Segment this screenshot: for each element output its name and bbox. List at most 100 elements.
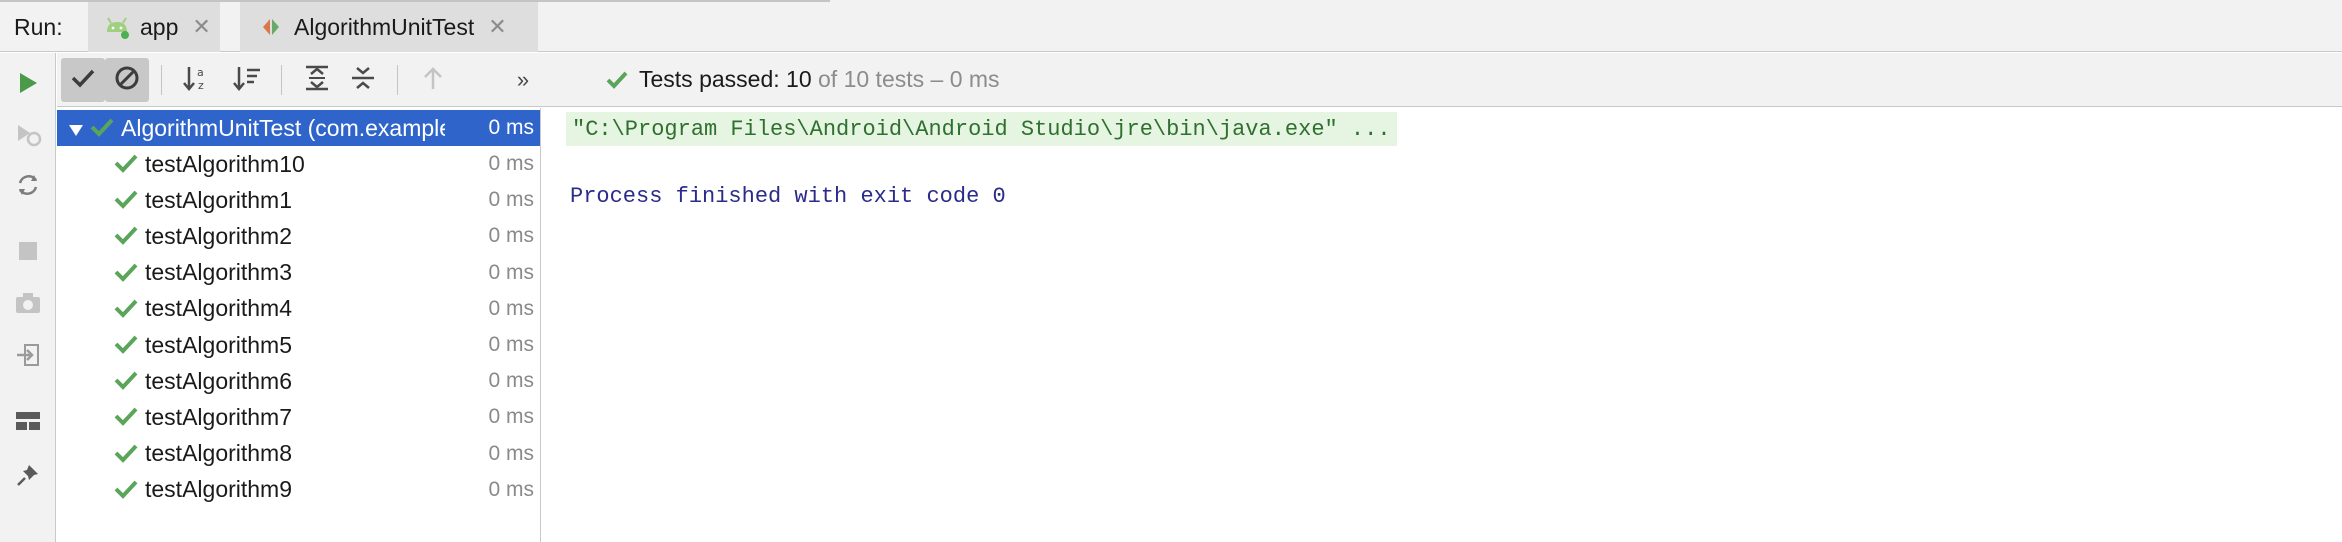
console-exit-message: Process finished with exit code 0 <box>570 184 1006 209</box>
passed-check-icon <box>113 333 139 355</box>
test-duration: 0 ms <box>488 369 534 393</box>
pin-tab-button[interactable] <box>8 457 48 497</box>
previous-failed-test-button[interactable] <box>411 58 455 102</box>
test-duration: 0 ms <box>488 405 534 429</box>
pass-check-icon <box>605 69 629 91</box>
stop-button[interactable] <box>8 233 48 273</box>
collapse-all-button[interactable] <box>341 58 385 102</box>
rerun-failed-button[interactable] <box>8 117 48 157</box>
tab-algorithm-unit-test[interactable]: AlgorithmUnitTest ✕ <box>240 2 538 52</box>
toolbar-separator <box>161 65 162 95</box>
tree-test-row[interactable]: testAlgorithm7 0 ms <box>57 399 540 435</box>
sort-duration-icon <box>232 64 262 97</box>
export-icon <box>15 342 41 373</box>
test-diamond-icon <box>256 12 286 42</box>
toolbar-separator <box>281 65 282 95</box>
camera-icon <box>14 291 42 320</box>
test-duration: 0 ms <box>488 260 534 284</box>
test-name: testAlgorithm1 <box>145 186 293 213</box>
sort-by-duration-button[interactable] <box>225 58 269 102</box>
rerun-failed-icon <box>14 121 42 154</box>
arrow-up-icon <box>421 65 445 96</box>
passed-check-icon <box>113 152 139 174</box>
sort-alphabetically-button[interactable]: az <box>175 58 219 102</box>
check-icon <box>70 67 96 94</box>
layout-icon <box>15 410 41 437</box>
run-side-toolbar <box>0 53 56 542</box>
tab-app-label: app <box>140 13 179 40</box>
tab-app[interactable]: app ✕ <box>88 2 220 52</box>
tree-test-row[interactable]: testAlgorithm8 0 ms <box>57 436 540 472</box>
run-tab-bar: Run: app ✕ AlgorithmUnitTest ✕ <box>0 0 2342 52</box>
test-name: testAlgorithm2 <box>145 222 293 249</box>
pin-icon <box>15 462 41 493</box>
tab-algorithm-unit-test-label: AlgorithmUnitTest <box>294 13 475 40</box>
sort-alpha-icon: az <box>182 64 212 97</box>
show-ignored-button[interactable] <box>105 58 149 102</box>
run-label: Run: <box>14 14 63 40</box>
show-passed-button[interactable] <box>61 58 105 102</box>
tree-root-name: AlgorithmUnitTest (com.example <box>121 114 445 141</box>
ignored-icon <box>114 65 140 96</box>
expand-arrow-icon[interactable] <box>67 118 85 145</box>
tree-test-row[interactable]: testAlgorithm2 0 ms <box>57 218 540 254</box>
passed-check-icon <box>113 224 139 246</box>
expand-all-button[interactable] <box>295 58 339 102</box>
test-name: testAlgorithm9 <box>145 476 293 503</box>
expand-all-icon <box>303 64 331 97</box>
passed-check-icon <box>113 478 139 500</box>
status-suffix: of 10 tests – 0 ms <box>811 66 1000 92</box>
test-name: testAlgorithm6 <box>145 367 293 394</box>
tree-test-row[interactable]: testAlgorithm1 0 ms <box>57 182 540 218</box>
test-duration: 0 ms <box>488 441 534 465</box>
test-tree[interactable]: AlgorithmUnitTest (com.example 0 ms test… <box>57 108 541 542</box>
tree-root-duration: 0 ms <box>488 116 534 139</box>
auto-rerun-icon <box>14 171 42 204</box>
test-status: Tests passed: 10 of 10 tests – 0 ms <box>605 66 1000 93</box>
console-output[interactable]: "C:\Program Files\Android\Android Studio… <box>542 108 2342 542</box>
test-name: testAlgorithm7 <box>145 403 293 430</box>
test-name: testAlgorithm10 <box>145 150 305 177</box>
tree-test-row[interactable]: testAlgorithm9 0 ms <box>57 472 540 508</box>
export-button[interactable] <box>8 337 48 377</box>
passed-check-icon <box>89 116 115 138</box>
tree-test-row[interactable]: testAlgorithm3 0 ms <box>57 255 540 291</box>
test-runner-toolbar: az » Tests passed: 10 of 10 tests – 0 ms <box>57 53 2342 107</box>
passed-check-icon <box>113 261 139 283</box>
toolbar-separator <box>397 65 398 95</box>
passed-check-icon <box>113 188 139 210</box>
passed-check-icon <box>113 442 139 464</box>
play-icon <box>17 71 39 100</box>
layout-button[interactable] <box>8 403 48 443</box>
android-icon <box>102 12 132 42</box>
test-duration: 0 ms <box>488 296 534 320</box>
tree-test-row[interactable]: testAlgorithm10 0 ms <box>57 146 540 182</box>
test-duration: 0 ms <box>488 152 534 175</box>
test-name: testAlgorithm8 <box>145 440 293 467</box>
stop-icon <box>17 240 39 267</box>
toggle-auto-test-button[interactable] <box>8 167 48 207</box>
test-duration: 0 ms <box>488 477 534 501</box>
passed-check-icon <box>113 405 139 427</box>
console-command-line[interactable]: "C:\Program Files\Android\Android Studio… <box>566 112 1397 146</box>
passed-check-icon <box>113 297 139 319</box>
close-icon[interactable]: ✕ <box>488 14 506 40</box>
dump-threads-button[interactable] <box>8 285 48 325</box>
test-duration: 0 ms <box>488 188 534 212</box>
test-duration: 0 ms <box>488 224 534 248</box>
tree-test-row[interactable]: testAlgorithm6 0 ms <box>57 363 540 399</box>
tree-root-row[interactable]: AlgorithmUnitTest (com.example 0 ms <box>57 110 540 146</box>
test-name: testAlgorithm4 <box>145 295 293 322</box>
tree-test-row[interactable]: testAlgorithm5 0 ms <box>57 327 540 363</box>
svg-text:a: a <box>197 66 204 79</box>
status-prefix: Tests passed: <box>639 66 787 92</box>
collapse-all-icon <box>349 64 377 97</box>
status-passed-count: 10 <box>786 66 812 92</box>
test-duration: 0 ms <box>488 333 534 356</box>
svg-text:z: z <box>198 79 204 92</box>
rerun-button[interactable] <box>8 65 48 105</box>
close-icon[interactable]: ✕ <box>192 14 210 40</box>
more-actions-button[interactable]: » <box>501 58 545 102</box>
tree-test-row[interactable]: testAlgorithm4 0 ms <box>57 291 540 327</box>
test-name: testAlgorithm5 <box>145 331 293 358</box>
